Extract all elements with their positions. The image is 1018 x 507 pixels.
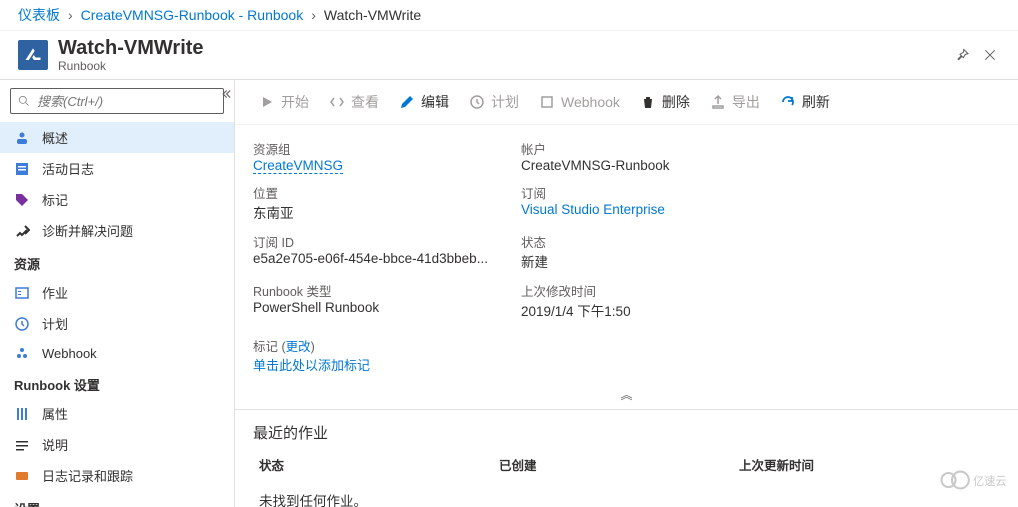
sidebar-item-webhook[interactable]: Webhook <box>0 339 234 367</box>
activity-log-icon <box>14 161 30 177</box>
tags-change-link[interactable]: 更改 <box>286 340 311 354</box>
view-button[interactable]: 查看 <box>321 88 387 116</box>
webhook-icon <box>539 94 555 110</box>
properties-icon <box>14 406 30 422</box>
page-header: Watch-VMWrite Runbook <box>0 31 1018 80</box>
search-input-wrap[interactable] <box>10 88 224 114</box>
breadcrumb-item-2: Watch-VMWrite <box>324 7 421 23</box>
subscription-id-label: 订阅 ID <box>253 232 513 251</box>
last-modified-value: 2019/1/4 下午1:50 <box>521 300 781 320</box>
svg-text:亿速云: 亿速云 <box>973 475 1007 488</box>
toolbar: 开始 查看 编辑 计划 Webhook 删除 导出 刷新 <box>235 80 1018 125</box>
jobs-icon <box>14 285 30 301</box>
jobs-col-status: 状态 <box>259 455 499 474</box>
sidebar-item-label: 活动日志 <box>42 159 94 178</box>
status-label: 状态 <box>521 232 781 251</box>
diagnose-icon <box>14 223 30 239</box>
account-label: 帐户 <box>521 139 781 158</box>
subscription-id-value: e5a2e705-e06f-454e-bbce-41d3bbeb... <box>253 251 513 266</box>
runbook-type-label: Runbook 类型 <box>253 281 513 300</box>
edit-button[interactable]: 编辑 <box>391 88 457 116</box>
overview-icon <box>14 130 30 146</box>
description-icon <box>14 437 30 453</box>
sidebar-item-logging[interactable]: 日志记录和跟踪 <box>0 460 234 491</box>
breadcrumb-sep: › <box>68 7 73 23</box>
export-icon <box>710 94 726 110</box>
sidebar-item-jobs[interactable]: 作业 <box>0 277 234 308</box>
sidebar-section-resource: 资源 <box>0 246 234 277</box>
pin-button[interactable] <box>948 41 976 69</box>
sidebar-section-runbook-settings: Runbook 设置 <box>0 367 234 398</box>
account-value: CreateVMNSG-Runbook <box>521 158 781 173</box>
breadcrumb-item-1[interactable]: CreateVMNSG-Runbook - Runbook <box>81 7 304 23</box>
sidebar-item-label: 说明 <box>42 435 68 454</box>
trash-icon <box>640 94 656 110</box>
sidebar-item-label: Webhook <box>42 346 97 361</box>
delete-button[interactable]: 删除 <box>632 88 698 116</box>
location-label: 位置 <box>253 183 513 202</box>
start-button[interactable]: 开始 <box>251 88 317 116</box>
add-tags-link[interactable]: 单击此处以添加标记 <box>253 358 370 373</box>
sidebar-item-tags[interactable]: 标记 <box>0 184 234 215</box>
subscription-link[interactable]: Visual Studio Enterprise <box>521 202 665 217</box>
resource-group-label: 资源组 <box>253 139 513 158</box>
jobs-col-created: 已创建 <box>499 455 739 474</box>
breadcrumb: 仪表板 › CreateVMNSG-Runbook - Runbook › Wa… <box>0 0 1018 31</box>
search-icon <box>17 94 31 108</box>
sidebar-item-diagnose[interactable]: 诊断并解决问题 <box>0 215 234 246</box>
close-button[interactable] <box>976 41 1004 69</box>
jobs-empty-message: 未找到任何作业。 <box>235 480 1018 507</box>
schedule-button[interactable]: 计划 <box>461 88 527 116</box>
sidebar-item-label: 计划 <box>42 314 68 333</box>
sidebar-item-label: 日志记录和跟踪 <box>42 466 133 485</box>
watermark: 亿速云 <box>938 466 1008 497</box>
sidebar-item-activity-log[interactable]: 活动日志 <box>0 153 234 184</box>
search-input[interactable] <box>37 94 217 109</box>
status-value: 新建 <box>521 251 781 271</box>
logging-icon <box>14 468 30 484</box>
runbook-type-value: PowerShell Runbook <box>253 300 513 315</box>
page-subtitle: Runbook <box>58 59 204 73</box>
runbook-icon <box>18 40 48 70</box>
jobs-title: 最近的作业 <box>235 410 1018 449</box>
refresh-icon <box>780 94 796 110</box>
refresh-button[interactable]: 刷新 <box>772 88 838 116</box>
code-icon <box>329 94 345 110</box>
sidebar-item-description[interactable]: 说明 <box>0 429 234 460</box>
sidebar-item-schedule[interactable]: 计划 <box>0 308 234 339</box>
details-grid: 资源组 CreateVMNSG 帐户 CreateVMNSG-Runbook 位… <box>235 125 1018 334</box>
page-title: Watch-VMWrite <box>58 37 204 59</box>
clock-icon <box>469 94 485 110</box>
play-icon <box>259 94 275 110</box>
collapse-details-button[interactable]: ︽ <box>235 384 1018 405</box>
sidebar-item-label: 作业 <box>42 283 68 302</box>
sidebar-item-label: 诊断并解决问题 <box>42 221 133 240</box>
subscription-label: 订阅 <box>521 183 781 202</box>
webhook-button[interactable]: Webhook <box>531 90 628 114</box>
tag-icon <box>14 192 30 208</box>
sidebar-item-label: 标记 <box>42 190 68 209</box>
resource-group-link[interactable]: CreateVMNSG <box>253 158 343 174</box>
last-modified-label: 上次修改时间 <box>521 281 781 300</box>
sidebar-item-properties[interactable]: 属性 <box>0 398 234 429</box>
sidebar: 概述 活动日志 标记 诊断并解决问题 资源 作业 计划 Webhook Runb… <box>0 80 235 507</box>
breadcrumb-item-0[interactable]: 仪表板 <box>18 5 60 25</box>
breadcrumb-sep: › <box>311 7 316 23</box>
sidebar-item-label: 属性 <box>42 404 68 423</box>
tags-label: 标记 (更改) <box>253 340 315 354</box>
webhook-icon <box>14 345 30 361</box>
sidebar-item-overview[interactable]: 概述 <box>0 122 234 153</box>
collapse-sidebar-button[interactable] <box>220 85 235 103</box>
location-value: 东南亚 <box>253 202 513 222</box>
export-button[interactable]: 导出 <box>702 88 768 116</box>
schedule-icon <box>14 316 30 332</box>
content-pane: 开始 查看 编辑 计划 Webhook 删除 导出 刷新 资源组 CreateV… <box>235 80 1018 507</box>
pencil-icon <box>399 94 415 110</box>
sidebar-item-label: 概述 <box>42 128 68 147</box>
